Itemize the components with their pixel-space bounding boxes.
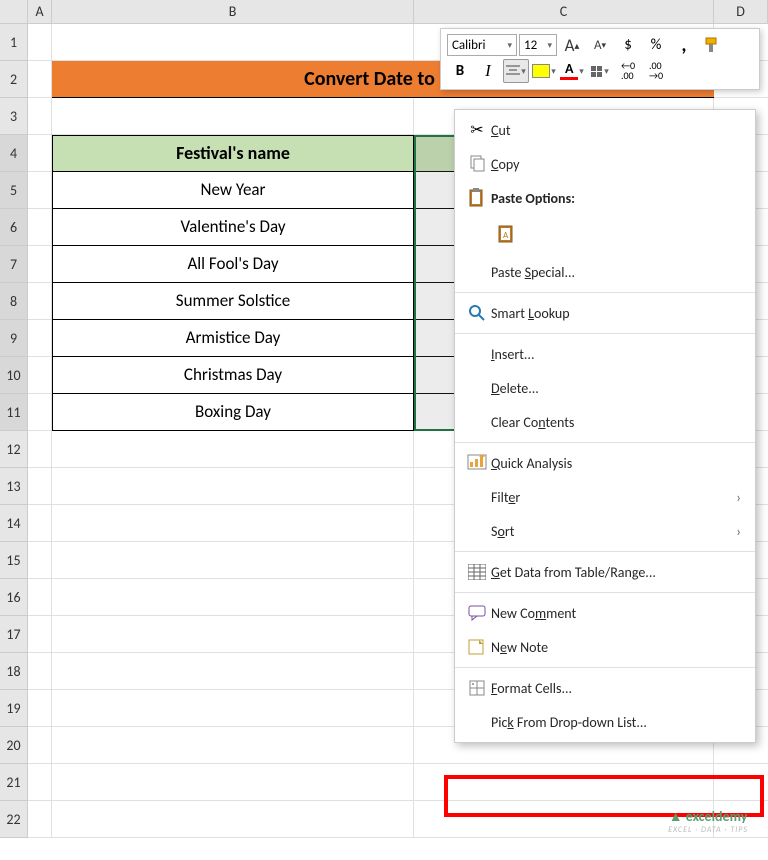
ctx-copy[interactable]: Copy (455, 147, 755, 181)
row-header-9[interactable]: 9 (0, 320, 28, 357)
col-header-c[interactable]: C (414, 0, 714, 23)
cell-b7[interactable]: All Fool's Day (52, 246, 414, 283)
cell-b11[interactable]: Boxing Day (52, 394, 414, 431)
font-size-dropdown[interactable]: 12▾ (519, 34, 557, 56)
ctx-quick-analysis[interactable]: Quick Analysis (455, 446, 755, 480)
row-header-14[interactable]: 14 (0, 505, 28, 542)
comma-button[interactable]: , (671, 33, 697, 57)
paintbrush-icon (703, 36, 721, 54)
font-color-button[interactable]: A▾ (559, 59, 585, 83)
search-icon (463, 304, 491, 322)
borders-button[interactable]: ▾ (587, 59, 613, 83)
fill-color-icon (532, 64, 550, 78)
row-header-12[interactable]: 12 (0, 431, 28, 468)
row-header-10[interactable]: 10 (0, 357, 28, 394)
cell-b8[interactable]: Summer Solstice (52, 283, 414, 320)
row-header-7[interactable]: 7 (0, 246, 28, 283)
ctx-format-cells[interactable]: Format Cells... (455, 671, 755, 705)
col-header-b[interactable]: B (52, 0, 414, 23)
paste-default-button[interactable]: A (491, 219, 523, 249)
table-icon (463, 564, 491, 580)
font-name-dropdown[interactable]: Calibri▾ (447, 34, 517, 56)
align-center-button[interactable]: ▾ (503, 59, 529, 83)
mini-toolbar: Calibri▾ 12▾ A▴ A▾ $ % , B I ▾ ▾ A▾ ▾ ←0… (440, 28, 760, 90)
row-header-16[interactable]: 16 (0, 579, 28, 616)
col-header-a[interactable]: A (28, 0, 52, 23)
row-header-15[interactable]: 15 (0, 542, 28, 579)
context-menu: ✂ Cut Copy Paste Options: A Paste Specia… (454, 109, 756, 743)
ctx-delete[interactable]: Delete... (455, 371, 755, 405)
cell-b5[interactable]: New Year (52, 172, 414, 209)
row-header-11[interactable]: 11 (0, 394, 28, 431)
format-cells-icon (463, 680, 491, 696)
ctx-smart-lookup[interactable]: Smart Lookup (455, 296, 755, 330)
borders-icon (591, 66, 602, 77)
col-header-d[interactable]: D (714, 0, 768, 23)
ctx-new-comment[interactable]: New Comment (455, 596, 755, 630)
ctx-paste-special[interactable]: Paste Special... (455, 255, 755, 289)
row-header-21[interactable]: 21 (0, 764, 28, 801)
quick-analysis-icon (463, 454, 491, 472)
decrease-decimal-button[interactable]: .00→0 (643, 59, 669, 83)
row-header-18[interactable]: 18 (0, 653, 28, 690)
bold-button[interactable]: B (447, 59, 473, 83)
paste-icon: A (497, 223, 517, 245)
ctx-sort[interactable]: Sort › (455, 514, 755, 548)
row-header-13[interactable]: 13 (0, 468, 28, 505)
format-painter-button[interactable] (699, 33, 725, 57)
watermark: ▲ exceldemy EXCEL · DATA · TIPS (668, 808, 748, 835)
select-all-corner[interactable] (0, 0, 28, 23)
row-header-4[interactable]: 4 (0, 135, 28, 172)
ctx-pick-list[interactable]: Pick From Drop-down List... (455, 705, 755, 739)
scissors-icon: ✂ (463, 120, 491, 140)
row-header-5[interactable]: 5 (0, 172, 28, 209)
ctx-paste-options-header: Paste Options: (455, 181, 755, 215)
row-header-1[interactable]: 1 (0, 24, 28, 61)
currency-button[interactable]: $ (615, 33, 641, 57)
cell-b10[interactable]: Christmas Day (52, 357, 414, 394)
cell-b9[interactable]: Armistice Day (52, 320, 414, 357)
svg-text:A: A (503, 230, 509, 241)
ctx-new-note[interactable]: New Note (455, 630, 755, 664)
row-header-20[interactable]: 20 (0, 727, 28, 764)
row-header-6[interactable]: 6 (0, 209, 28, 246)
note-icon (463, 639, 491, 655)
row-header-22[interactable]: 22 (0, 801, 28, 838)
row-header-19[interactable]: 19 (0, 690, 28, 727)
ctx-get-data[interactable]: Get Data from Table/Range... (455, 555, 755, 589)
chevron-right-icon: › (736, 523, 741, 540)
row-header-3[interactable]: 3 (0, 98, 28, 135)
ctx-cut[interactable]: ✂ Cut (455, 113, 755, 147)
clipboard-icon (463, 188, 491, 208)
font-color-icon: A (560, 62, 578, 80)
comment-icon (463, 605, 491, 621)
table-header-festival[interactable]: Festival's name (52, 135, 414, 172)
align-center-icon (506, 65, 520, 77)
ctx-clear-contents[interactable]: Clear Contents (455, 405, 755, 439)
increase-decimal-button[interactable]: ←0.00 (615, 59, 641, 83)
percent-button[interactable]: % (643, 33, 669, 57)
decrease-font-button[interactable]: A▾ (587, 33, 613, 57)
row-header-17[interactable]: 17 (0, 616, 28, 653)
cell-b6[interactable]: Valentine's Day (52, 209, 414, 246)
chevron-right-icon: › (736, 489, 741, 506)
row-header-2[interactable]: 2 (0, 61, 28, 98)
ctx-filter[interactable]: Filter › (455, 480, 755, 514)
ctx-insert[interactable]: Insert... (455, 337, 755, 371)
fill-color-button[interactable]: ▾ (531, 59, 557, 83)
row-header-8[interactable]: 8 (0, 283, 28, 320)
italic-button[interactable]: I (475, 59, 501, 83)
copy-icon (463, 155, 491, 173)
increase-font-button[interactable]: A▴ (559, 33, 585, 57)
